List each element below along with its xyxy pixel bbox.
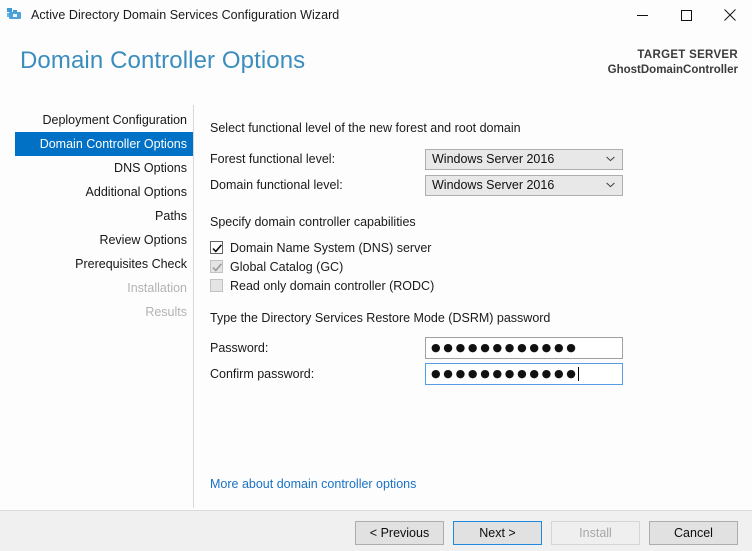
cancel-button[interactable]: Cancel: [649, 521, 738, 545]
sidebar-item-dns-options[interactable]: DNS Options: [15, 156, 193, 180]
target-server-label: TARGET SERVER: [637, 49, 738, 61]
password-input[interactable]: ●●●●●●●●●●●●: [425, 336, 623, 359]
forest-functional-level-label: Forest functional level:: [210, 152, 336, 166]
window-controls: [620, 0, 752, 30]
checkbox-box[interactable]: [210, 241, 223, 254]
close-icon[interactable]: [708, 0, 752, 30]
text-caret: [577, 366, 579, 381]
confirm-password-label: Confirm password:: [210, 366, 315, 381]
sidebar-item-paths[interactable]: Paths: [15, 204, 193, 228]
window-title: Active Directory Domain Services Configu…: [31, 8, 340, 22]
sidebar-item-label: Installation: [127, 281, 187, 295]
domain-functional-level-label: Domain functional level:: [210, 178, 343, 192]
chevron-down-icon: [606, 176, 615, 195]
page-header: Domain Controller Options TARGET SERVER …: [0, 30, 752, 100]
sidebar-item-label: Paths: [155, 209, 187, 223]
title-bar: Active Directory Domain Services Configu…: [0, 0, 752, 30]
checkbox-box: [210, 279, 223, 292]
password-label: Password:: [210, 340, 269, 355]
more-about-link[interactable]: More about domain controller options: [210, 477, 416, 491]
maximize-icon[interactable]: [664, 0, 708, 30]
password-row: Password: ●●●●●●●●●●●●: [210, 336, 640, 359]
sidebar-item-review-options[interactable]: Review Options: [15, 228, 193, 252]
server-tools-icon: [7, 7, 23, 23]
sidebar-item-results: Results: [15, 300, 193, 324]
wizard-window: Active Directory Domain Services Configu…: [0, 0, 752, 551]
sidebar-item-label: Results: [145, 305, 187, 319]
dsrm-heading: Type the Directory Services Restore Mode…: [210, 311, 551, 325]
checkbox-dns-server[interactable]: Domain Name System (DNS) server: [210, 238, 431, 257]
sidebar-item-prerequisites-check[interactable]: Prerequisites Check: [15, 252, 193, 276]
previous-button[interactable]: < Previous: [355, 521, 444, 545]
sidebar-item-installation: Installation: [15, 276, 193, 300]
check-icon: [212, 244, 223, 253]
wizard-footer: < Previous Next > Install Cancel: [0, 510, 752, 551]
next-button[interactable]: Next >: [453, 521, 542, 545]
checkbox-global-catalog: Global Catalog (GC): [210, 257, 343, 276]
check-icon: [212, 263, 223, 272]
sidebar-item-label: Review Options: [99, 233, 187, 247]
chevron-down-icon: [606, 150, 615, 169]
target-server-name: GhostDomainController: [607, 64, 738, 76]
domain-functional-level-value: Windows Server 2016: [432, 178, 555, 192]
forest-functional-level-row: Forest functional level: Windows Server …: [210, 148, 640, 170]
sidebar-item-additional-options[interactable]: Additional Options: [15, 180, 193, 204]
confirm-password-value: ●●●●●●●●●●●●: [431, 366, 579, 380]
sidebar-item-deployment-configuration[interactable]: Deployment Configuration: [15, 108, 193, 132]
sidebar-item-label: Deployment Configuration: [42, 113, 187, 127]
page-title: Domain Controller Options: [20, 47, 306, 74]
main-content: Select functional level of the new fores…: [210, 100, 740, 510]
domain-functional-level-row: Domain functional level: Windows Server …: [210, 174, 640, 196]
forest-functional-level-value: Windows Server 2016: [432, 152, 555, 166]
footer-buttons: < Previous Next > Install Cancel: [355, 521, 738, 545]
checkbox-box: [210, 260, 223, 273]
confirm-password-input[interactable]: ●●●●●●●●●●●●: [425, 362, 623, 385]
checkbox-rodc: Read only domain controller (RODC): [210, 276, 434, 295]
wizard-body: Deployment Configuration Domain Controll…: [0, 100, 752, 510]
checkbox-label: Domain Name System (DNS) server: [230, 240, 432, 255]
password-value: ●●●●●●●●●●●●: [431, 340, 579, 354]
install-button: Install: [551, 521, 640, 545]
nav-divider: [193, 105, 194, 508]
capabilities-heading: Specify domain controller capabilities: [210, 215, 416, 229]
sidebar-item-label: DNS Options: [114, 161, 187, 175]
domain-functional-level-dropdown[interactable]: Windows Server 2016: [425, 174, 623, 196]
wizard-navigation: Deployment Configuration Domain Controll…: [0, 108, 193, 324]
target-server-block: TARGET SERVER GhostDomainController: [608, 48, 738, 78]
sidebar-item-label: Prerequisites Check: [75, 257, 187, 271]
checkbox-label: Global Catalog (GC): [230, 259, 344, 274]
minimize-icon[interactable]: [620, 0, 664, 30]
sidebar-item-label: Additional Options: [85, 185, 187, 199]
checkbox-label: Read only domain controller (RODC): [230, 278, 435, 293]
sidebar-item-domain-controller-options[interactable]: Domain Controller Options: [15, 132, 193, 156]
forest-functional-level-dropdown[interactable]: Windows Server 2016: [425, 148, 623, 170]
confirm-password-row: Confirm password: ●●●●●●●●●●●●: [210, 362, 640, 385]
functional-level-heading: Select functional level of the new fores…: [210, 121, 521, 135]
sidebar-item-label: Domain Controller Options: [39, 137, 187, 151]
